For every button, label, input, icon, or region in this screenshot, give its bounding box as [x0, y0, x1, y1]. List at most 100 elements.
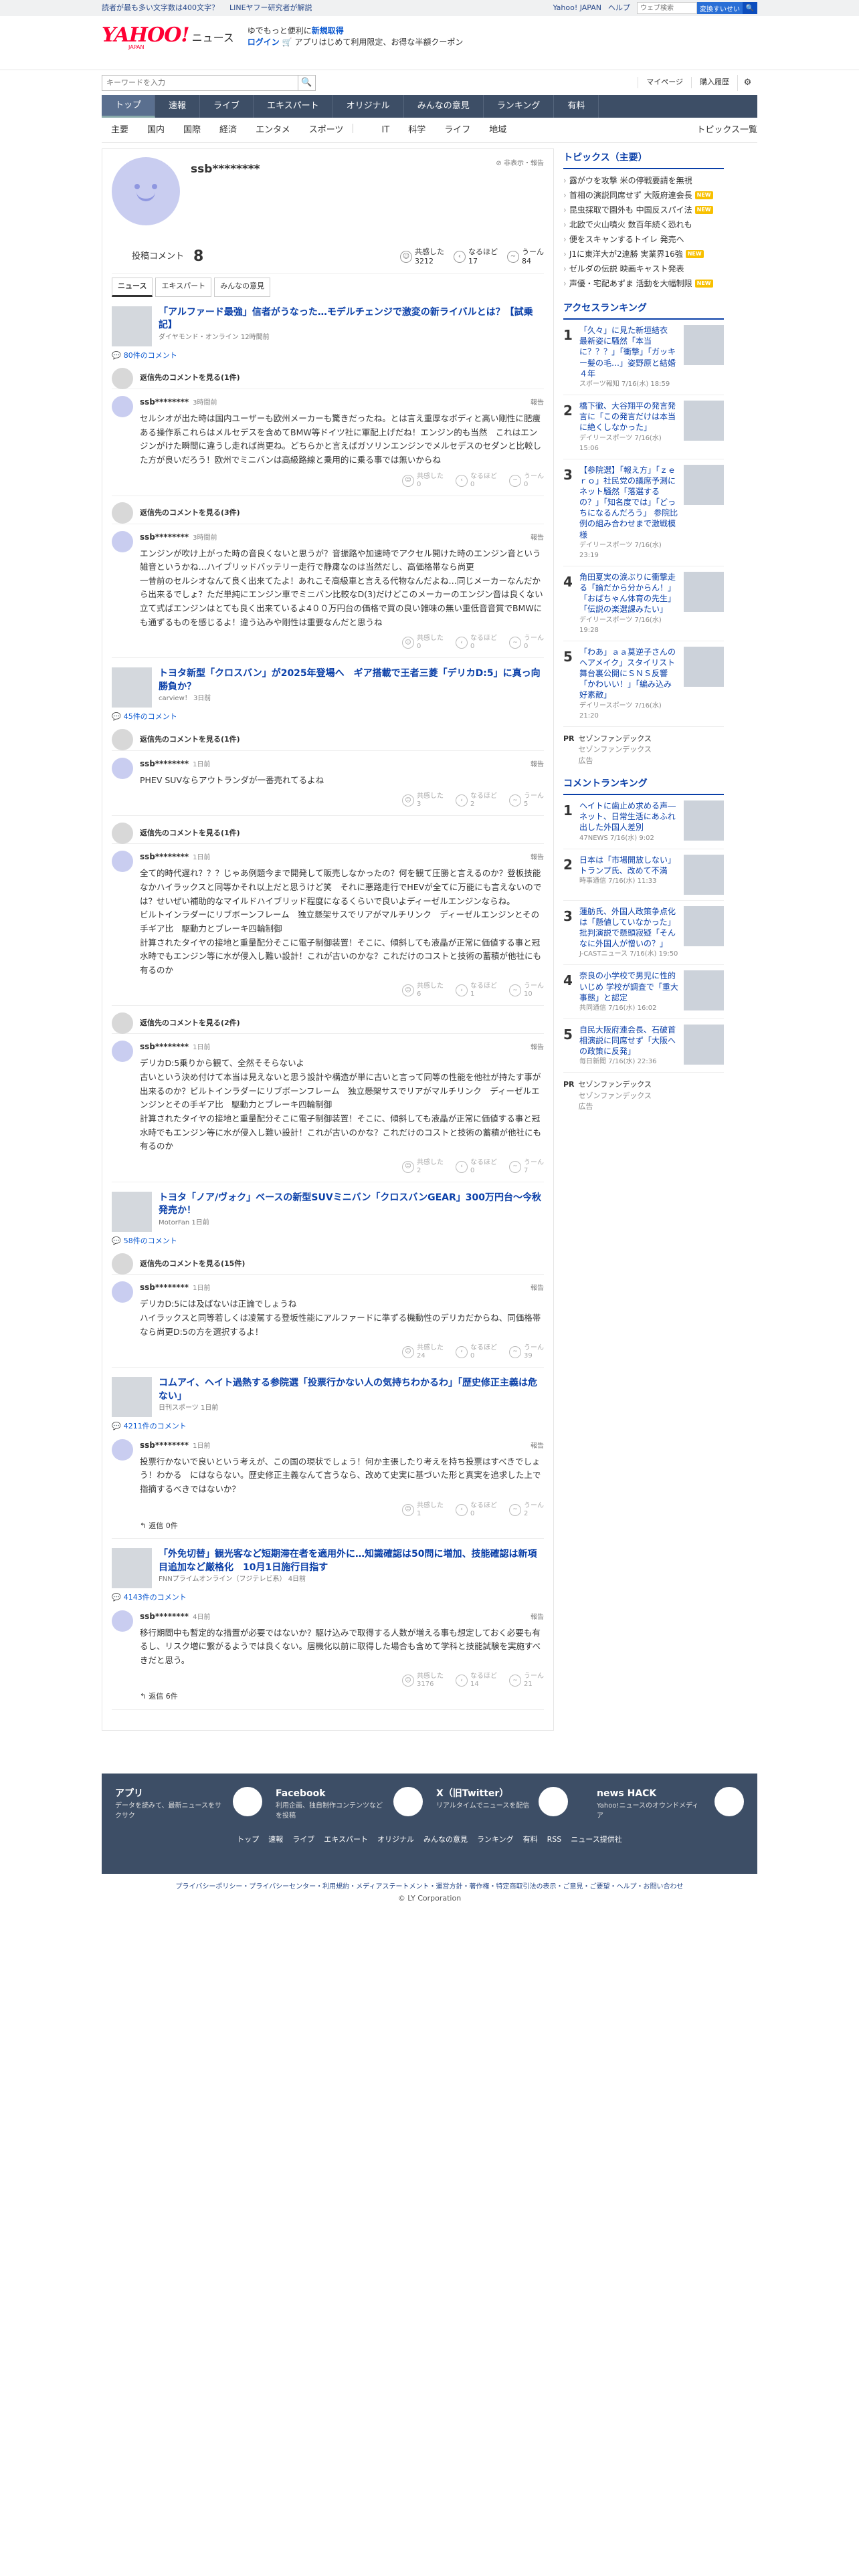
topic-item[interactable]: › 声優・宅配あずま 活動を大幅制限 NEW — [563, 276, 724, 291]
nav-item-0[interactable]: トップ — [102, 95, 156, 118]
reaction-r3[interactable]: ~ うーん 0 — [509, 473, 544, 489]
web-search-input[interactable] — [637, 2, 697, 14]
article-title[interactable]: コムアイ、ヘイト過熱する参院選「投票行かない人の気持ちわかるわ」「歴史修正主義は… — [159, 1377, 544, 1403]
reaction-r2[interactable]: ‹ なるほど 0 — [456, 635, 497, 651]
reaction-r2[interactable]: ‹ なるほど 0 — [456, 1159, 497, 1175]
reaction-r1[interactable]: ☺ 共感した 1 — [402, 1502, 444, 1518]
keyword-search-input[interactable] — [102, 74, 298, 91]
access-rank-item[interactable]: 3 【参院選】「報え方」「ｚｅｒｏ」社民党の議席予測にネット騒然「落選するの？」「… — [563, 459, 724, 566]
reaction-r1[interactable]: ☺ 共感した 6 — [402, 982, 444, 998]
article-thumbnail[interactable] — [112, 1377, 152, 1418]
promo-register-link[interactable]: 新規取得 — [312, 26, 344, 35]
reaction-r3[interactable]: ~ うーん 39 — [509, 1344, 544, 1360]
article-card[interactable]: トヨタ新型「クロスバン」が2025年登場へ ギア搭載で王者三菱「デリカD:5」に… — [112, 667, 544, 708]
report-link[interactable]: 報告 — [531, 760, 544, 770]
article-thumbnail[interactable] — [112, 1191, 152, 1232]
comment-user-name[interactable]: ssb******** — [140, 1610, 189, 1622]
comment-user-name[interactable]: ssb******** — [140, 1041, 189, 1053]
comment-user-name[interactable]: ssb******** — [140, 1439, 189, 1451]
comment-user-name[interactable]: ssb******** — [140, 1281, 189, 1293]
footer-app[interactable]: Facebook 利用企画、独自制作コンテンツなどを投稿 — [276, 1786, 423, 1821]
subnav-item-2[interactable]: 国際 — [174, 124, 210, 137]
yahoo-japan-link[interactable]: Yahoo! JAPAN — [553, 3, 601, 14]
footer-link[interactable]: トップ — [237, 1834, 259, 1846]
nav-item-3[interactable]: エキスパート — [254, 95, 333, 118]
reaction-r2[interactable]: ‹ なるほど 0 — [456, 1502, 497, 1518]
legal-links[interactable]: プライバシーポリシー・プライバシーセンター・利用規約・メディアステートメント・運… — [0, 1882, 859, 1892]
tab-1[interactable]: エキスパート — [155, 278, 212, 297]
nav-item-4[interactable]: オリジナル — [333, 95, 404, 118]
reaction-r1[interactable]: ☺ 共感した 0 — [402, 473, 444, 489]
reaction-r2[interactable]: ‹ なるほど 0 — [456, 473, 497, 489]
web-search-button[interactable]: 変換すいせい — [697, 2, 743, 14]
reply-fold[interactable]: 返信先のコメントを見る(15件) — [112, 1253, 544, 1275]
promo-link-1[interactable]: 読者が最も多い文字数は400文字？ — [102, 3, 219, 14]
footer-link[interactable]: ニュース提供社 — [571, 1834, 622, 1846]
footer-link[interactable]: ランキング — [477, 1834, 514, 1846]
yahoo-news-logo[interactable]: YAHOO! ニュース JAPAN — [102, 25, 234, 51]
tab-2[interactable]: みんなの意見 — [214, 278, 271, 297]
promo-link-2[interactable]: LINEヤフー研究者が解説 — [229, 3, 312, 14]
report-link[interactable]: 報告 — [531, 1612, 544, 1622]
nav-item-2[interactable]: ライブ — [200, 95, 254, 118]
reaction-r3[interactable]: ~ うーん 0 — [509, 635, 544, 651]
reply-fold[interactable]: 返信先のコメントを見る(3件) — [112, 502, 544, 524]
access-rank-item[interactable]: 5 「わあ」ａａ莫逆子さんのヘアメイク」スタイリスト舞台裏公開にＳＮＳ反響「かわい… — [563, 641, 724, 727]
comment-user-name[interactable]: ssb******** — [140, 851, 189, 863]
topic-item[interactable]: › ゼルダの伝説 映画キャスト発表 — [563, 261, 724, 276]
footer-app[interactable]: news HACK Yahoo!ニュースのオウンドメディア — [597, 1786, 744, 1821]
comment-user-name[interactable]: ssb******** — [140, 531, 189, 543]
comment-count-link[interactable]: 💬 45件のコメント — [112, 712, 544, 723]
reply-fold[interactable]: 返信先のコメントを見る(1件) — [112, 367, 544, 389]
article-card[interactable]: 「アルファード最強」信者がうなった…モデルチェンジで激変の新ライバルとは？【試乗… — [112, 306, 544, 346]
topic-item[interactable]: › 露がウを攻撃 米の停戦要請を無視 — [563, 173, 724, 188]
comment-user-name[interactable]: ssb******** — [140, 758, 189, 770]
footer-link[interactable]: ライブ — [292, 1834, 314, 1846]
pr-ad-2[interactable]: PR セゾンファンデックス セゾンファンデックス 広告 — [563, 1079, 724, 1113]
subnav-item-0[interactable]: 主要 — [102, 124, 138, 137]
article-title[interactable]: トヨタ新型「クロスバン」が2025年登場へ ギア搭載で王者三菱「デリカD:5」に… — [159, 667, 544, 693]
article-thumbnail[interactable] — [112, 667, 152, 708]
topic-item[interactable]: › 首相の演説同席せず 大阪府連会長 NEW — [563, 188, 724, 203]
reaction-r1[interactable]: ☺ 共感した 3 — [402, 792, 444, 809]
pr-ad-1[interactable]: PR セゾンファンデックス セゾンファンデックス 広告 — [563, 734, 724, 767]
purchase-history-link[interactable]: 購入履歴 — [691, 77, 737, 88]
reaction-r3[interactable]: ~ うーん 21 — [509, 1673, 544, 1689]
access-rank-item[interactable]: 2 橋下徹、大谷翔平の発言発言に「この発言だけは本当に絶くしなかった」 デイリースポ… — [563, 395, 724, 459]
comment-count-link[interactable]: 💬 4143件のコメント — [112, 1592, 544, 1604]
reaction-r2[interactable]: ‹ なるほど 0 — [456, 1344, 497, 1360]
reaction-r2[interactable]: ‹ なるほど 2 — [456, 792, 497, 809]
reaction-r2[interactable]: ‹ なるほど 14 — [456, 1673, 497, 1689]
help-link[interactable]: ヘルプ — [608, 3, 630, 14]
article-thumbnail[interactable] — [112, 1548, 152, 1588]
reply-fold[interactable]: 返信先のコメントを見る(1件) — [112, 729, 544, 751]
report-link[interactable]: 報告 — [531, 1043, 544, 1053]
comment-count-link[interactable]: 💬 80件のコメント — [112, 350, 544, 362]
article-title[interactable]: トヨタ「ノア/ヴォク」ベースの新型SUVミニバン「クロスバンGEAR」300万円… — [159, 1192, 544, 1218]
comment-rank-item[interactable]: 4 奈良の小学校で男児に性的いじめ 学校が調査で「重大事態」と認定 共同通信 7/1… — [563, 965, 724, 1019]
reaction-r3[interactable]: ~ うーん 7 — [509, 1159, 544, 1175]
subnav-item-8[interactable]: ライフ — [435, 124, 480, 137]
mypage-link[interactable]: マイページ — [638, 77, 691, 88]
access-rank-item[interactable]: 1 「久々」に見た新垣結衣 最新姿に騒然「本当に？？？」「衝撃」「ガッキー髪の毛…… — [563, 320, 724, 395]
login-link[interactable]: ログイン — [248, 37, 280, 47]
article-title[interactable]: 「アルファード最強」信者がうなった…モデルチェンジで激変の新ライバルとは？【試乗… — [159, 306, 544, 332]
reply-button[interactable]: ↰ 返信 6件 — [140, 1691, 544, 1703]
nav-item-6[interactable]: ランキング — [484, 95, 555, 118]
report-link[interactable]: 報告 — [531, 1441, 544, 1451]
footer-link[interactable]: みんなの意見 — [423, 1834, 468, 1846]
subnav-item-4[interactable]: エンタメ — [246, 124, 300, 137]
comment-user-name[interactable]: ssb******** — [140, 396, 189, 408]
reaction-r1[interactable]: ☺ 共感した 3176 — [402, 1673, 444, 1689]
hide-report-link[interactable]: ⊘ 非表示・報告 — [496, 158, 544, 169]
nav-item-7[interactable]: 有料 — [554, 95, 599, 118]
reaction-r1[interactable]: ☺ 共感した 2 — [402, 1159, 444, 1175]
reaction-r2[interactable]: ‹ なるほど 1 — [456, 982, 497, 998]
reaction-r3[interactable]: ~ うーん 2 — [509, 1502, 544, 1518]
subnav-item-6[interactable]: IT — [372, 124, 399, 137]
reaction-r3[interactable]: ~ うーん 5 — [509, 792, 544, 809]
footer-link[interactable]: エキスパート — [324, 1834, 368, 1846]
comment-rank-item[interactable]: 1 ヘイトに歯止め求める声―ネット、日常生活にあふれ出した外国人差別 47NEWS … — [563, 795, 724, 849]
article-thumbnail[interactable] — [112, 306, 152, 346]
article-card[interactable]: トヨタ「ノア/ヴォク」ベースの新型SUVミニバン「クロスバンGEAR」300万円… — [112, 1191, 544, 1232]
